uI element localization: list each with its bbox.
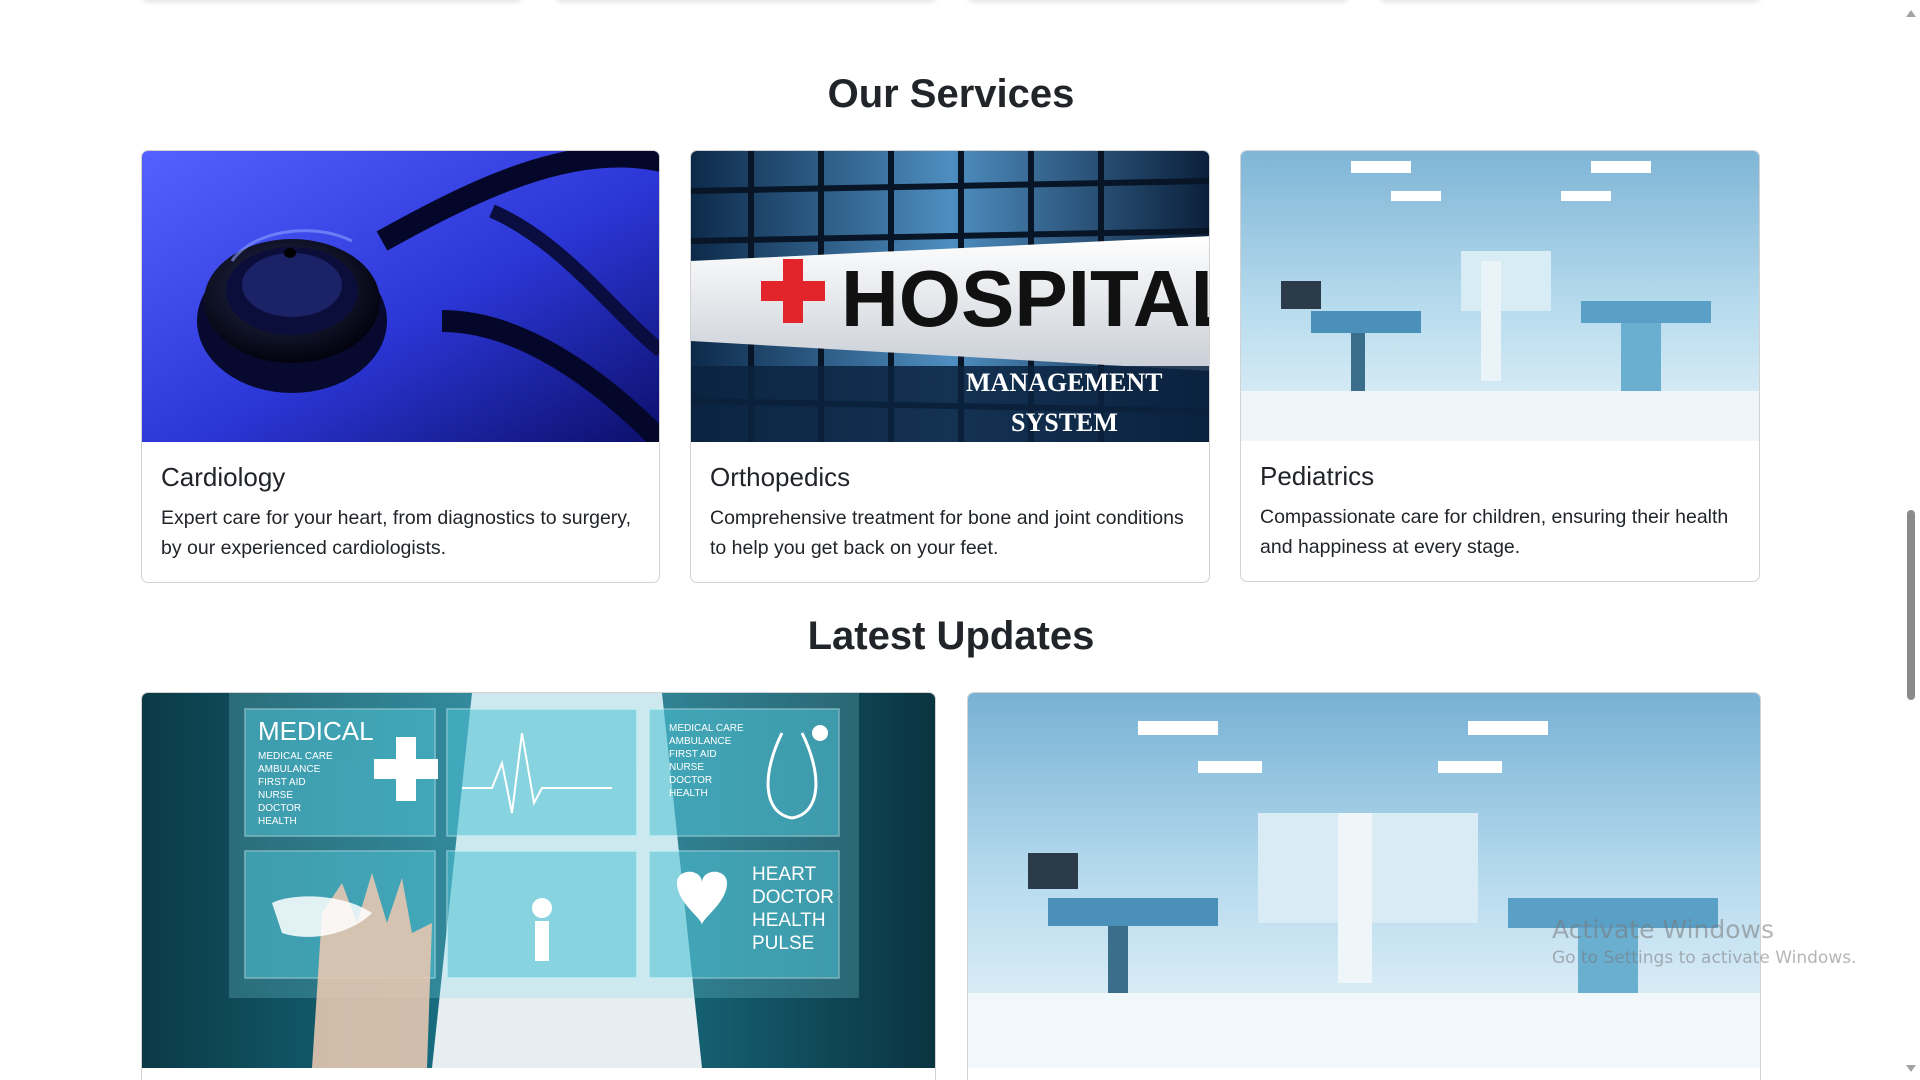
scroll-thumb[interactable] — [1907, 510, 1915, 700]
heart-panel-text: PULSE — [752, 933, 814, 954]
card-body: Orthopedics Comprehensive treatment for … — [710, 462, 1190, 563]
medical-panel-title: MEDICAL — [258, 716, 374, 746]
heart-panel-text: DOCTOR — [752, 887, 834, 908]
medical-list-item: FIRST AID — [258, 777, 306, 788]
update-card[interactable]: MEDICAL MEDICAL CARE AMBULANCE FIRST AID… — [141, 692, 936, 1080]
card-title: Cardiology — [161, 462, 286, 492]
scroll-up-arrow-icon[interactable] — [1906, 10, 1916, 17]
medical-list-item: FIRST AID — [669, 749, 717, 760]
medical-list-item: NURSE — [258, 790, 293, 801]
update-card[interactable] — [967, 692, 1761, 1080]
card-body: Cardiology Expert care for your heart, f… — [161, 462, 640, 563]
service-card-orthopedics[interactable]: HOSPITAL MANAGEMENT SYSTEM Orthopedics C… — [690, 150, 1210, 583]
services-heading: Our Services — [827, 72, 1075, 116]
operating-room-image — [1241, 151, 1759, 441]
heart-panel-text: HEART — [752, 864, 816, 885]
medical-list-item: DOCTOR — [669, 775, 712, 786]
updates-heading: Latest Updates — [807, 614, 1095, 658]
card-text: Compassionate care for children, ensurin… — [1260, 506, 1729, 558]
management-text: MANAGEMENT — [966, 368, 1162, 397]
medical-list-item: HEALTH — [258, 816, 297, 827]
operating-room-image — [968, 693, 1760, 1068]
card-title: Pediatrics — [1260, 461, 1375, 491]
card-text: Expert care for your heart, from diagnos… — [161, 507, 631, 559]
heart-panel-text: HEALTH — [752, 910, 826, 931]
card-body: Pediatrics Compassionate care for childr… — [1260, 461, 1740, 562]
medical-list-item: AMBULANCE — [258, 764, 321, 775]
hospital-building-image: HOSPITAL MANAGEMENT SYSTEM — [691, 151, 1209, 442]
medical-list-item: NURSE — [669, 762, 704, 773]
hospital-sign-text: HOSPITAL — [841, 254, 1209, 343]
stethoscope-image — [142, 151, 659, 442]
service-card-pediatrics[interactable]: Pediatrics Compassionate care for childr… — [1240, 150, 1760, 582]
system-text: SYSTEM — [1011, 408, 1118, 437]
service-card-cardiology[interactable]: Cardiology Expert care for your heart, f… — [141, 150, 660, 583]
medical-digital-interface-image: MEDICAL MEDICAL CARE AMBULANCE FIRST AID… — [142, 693, 935, 1068]
medical-list-item: HEALTH — [669, 788, 708, 799]
scroll-down-arrow-icon[interactable] — [1906, 1065, 1916, 1072]
medical-list-item: MEDICAL CARE — [258, 751, 333, 762]
card-title: Orthopedics — [710, 462, 851, 492]
medical-list-item: DOCTOR — [258, 803, 301, 814]
vertical-scrollbar[interactable] — [1902, 0, 1920, 1080]
medical-list-item: AMBULANCE — [669, 736, 732, 747]
medical-list-item: MEDICAL CARE — [669, 723, 744, 734]
page: Our Services Cardiology Expert care for … — [0, 0, 1902, 1080]
card-text: Comprehensive treatment for bone and joi… — [710, 507, 1184, 559]
